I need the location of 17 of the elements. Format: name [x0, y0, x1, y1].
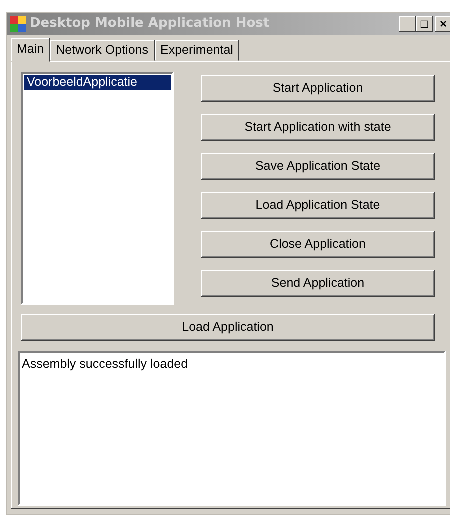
- app-icon: [10, 16, 26, 32]
- tab[interactable]: Experimental: [154, 40, 240, 61]
- action-button[interactable]: Start Application with state: [201, 114, 435, 141]
- action-button[interactable]: Save Application State: [201, 153, 435, 180]
- minimize-button[interactable]: _: [399, 16, 416, 32]
- action-button[interactable]: Send Application: [201, 270, 435, 297]
- tab[interactable]: Main: [11, 38, 50, 62]
- close-button[interactable]: ×: [435, 16, 450, 32]
- action-button[interactable]: Load Application State: [201, 192, 435, 219]
- action-button[interactable]: Close Application: [201, 231, 435, 258]
- load-application-button[interactable]: Load Application: [21, 314, 435, 341]
- list-item[interactable]: VoorbeeldApplicatie: [24, 75, 171, 90]
- action-button[interactable]: Start Application: [201, 75, 435, 102]
- maximize-button[interactable]: □: [416, 16, 433, 32]
- log-output: Assembly successfully loaded: [18, 351, 446, 506]
- application-list[interactable]: VoorbeeldApplicatie: [21, 72, 174, 305]
- tab[interactable]: Network Options: [50, 40, 154, 61]
